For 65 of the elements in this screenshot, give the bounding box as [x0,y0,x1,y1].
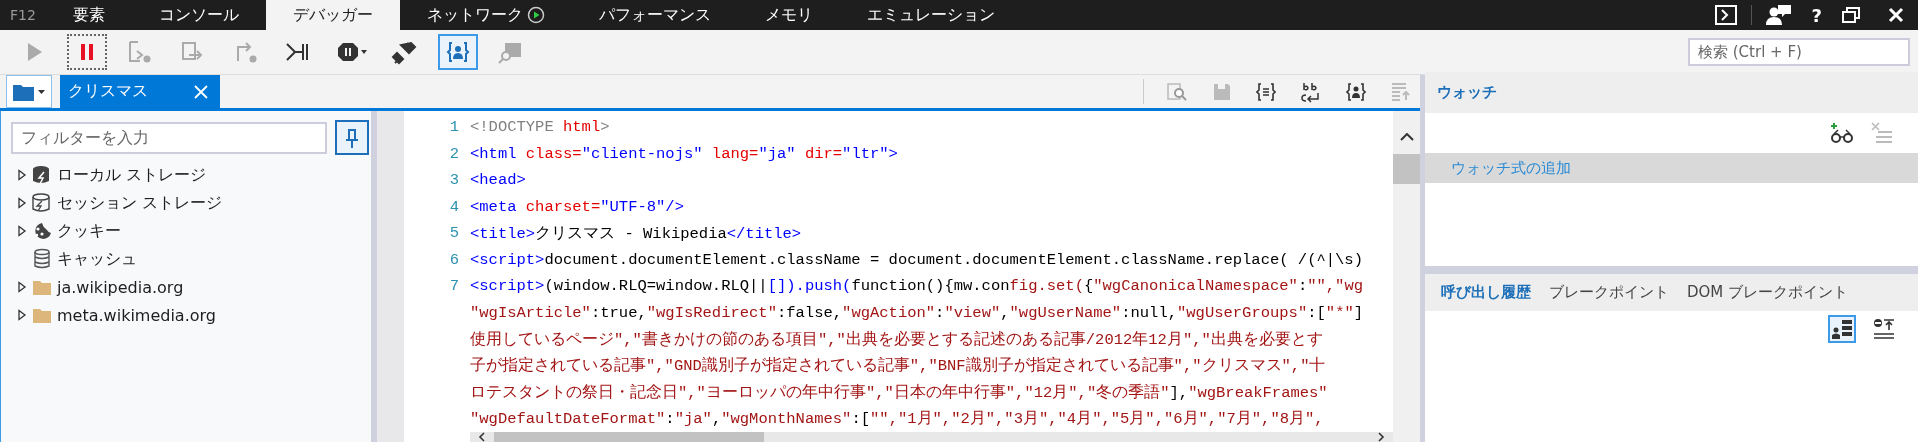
horizontal-scrollbar[interactable] [470,432,1393,442]
tree-item[interactable]: ローカル ストレージ [1,161,371,189]
help-button[interactable]: ? [1805,4,1828,26]
restore-icon[interactable] [1842,7,1860,23]
code-line: ロテスタントの祭日・記念日","ヨーロッパの年中行事","日本の年中行事","12月","冬の季語"],"wgBreakFrames" [470,382,1328,403]
code-line: 子が指定されている記事","GND識別子が指定されている記事","BNF識別子が指定されている記事","クリスマス","十 [470,355,1326,377]
tree-item[interactable]: meta.wikimedia.org [1,301,371,329]
panel-tab[interactable]: ブレークポイント [1545,283,1673,302]
scrollbar-thumb[interactable] [1393,154,1420,184]
tool-tab[interactable]: エミュレーション [839,0,1022,30]
tree-item[interactable]: キャッシュ [1,245,371,273]
filter-field[interactable]: フィルターを入力 [11,121,327,154]
line-number: 5 [448,224,460,243]
code-line: "wgIsArticle":true,"wgIsRedirect":false,"wgAction":"view","wgUserName":null,"wgUserGroups":["*"] [470,303,1364,322]
pin-icon [345,126,359,149]
code-line: <title>クリスマス - Wikipedia</title> [470,223,802,244]
folder-dropdown-button[interactable] [6,75,52,108]
line-number: 1 [448,118,460,137]
code-line: "wgDefaultDateFormat":"ja","wgMonthNames":["","1月","2月","3月","4月","5月","6月","7月","8月", [470,409,1324,430]
f12-label: F12 [9,7,37,23]
tool-tab[interactable]: メモリ [737,0,840,30]
console-icon[interactable] [1714,5,1737,25]
panel-tab[interactable]: 呼び出し履歴 [1437,283,1535,302]
code-line: <html class="client-nojs" lang="ja" dir="ltr"> [470,144,898,163]
tool-tab[interactable]: 要素 [45,0,132,30]
close-icon[interactable] [1888,7,1904,23]
expand-arrow-icon[interactable] [17,169,27,181]
tree-item[interactable]: セッション ストレージ [1,189,371,217]
search-field[interactable]: 検索 (Ctrl + F) [1688,38,1910,66]
expand-arrow-icon[interactable] [17,281,27,293]
braces-icon[interactable] [1256,81,1276,102]
document-tab[interactable]: クリスマス [60,75,220,108]
line-number: 3 [448,171,460,190]
frame-list-icon[interactable] [1828,315,1856,343]
expand-arrow-icon[interactable] [17,225,27,237]
database-outline-icon [31,192,53,214]
tool-tab[interactable]: コンソール [131,0,266,30]
pin-button[interactable] [335,120,369,155]
line-number: 2 [448,144,460,163]
code-line: <meta charset="UTF-8"/> [470,197,684,216]
expand-arrow-icon[interactable] [17,309,27,321]
line-number: 6 [448,250,460,269]
code-line: <head> [470,171,526,190]
code-line: <script>document.documentElement.className = document.documentElement.className.replace( /(^|\s) [470,250,1363,269]
braces-person-icon[interactable] [1346,81,1366,102]
tool-tab[interactable]: デバッガー [265,0,400,30]
panel-tab[interactable]: DOM ブレークポイント [1683,283,1853,302]
tool-tab[interactable]: ネットワーク [399,0,572,30]
word-wrap-icon[interactable] [1300,80,1322,103]
tree-item[interactable]: クッキー [1,217,371,245]
code-line: 使用しているページ","書きかけの節のある項目","出典を必要とする記述のある記事/2012年12月","出典を必要とす [470,329,1323,350]
line-number: 4 [448,197,460,216]
watch-title: ウォッチ [1437,83,1497,102]
expand-arrow-icon[interactable] [17,197,27,209]
code-line: <script>(window.RLQ=window.RLQ||[]).push(function(){mw.config.set({"wgCanonicalNamespace":"","wg [470,277,1364,296]
feedback-icon[interactable] [1765,4,1792,26]
code-line: <!DOCTYPE html> [470,118,610,137]
add-watch-icon[interactable] [1830,122,1854,144]
scrollbar-thumb[interactable] [494,432,764,442]
tool-tab[interactable]: パフォーマンス [571,0,738,30]
pause-icon[interactable] [67,34,107,70]
find-page-icon[interactable] [1166,81,1188,102]
database-stack-icon [31,248,53,270]
tree-item[interactable]: ja.wikipedia.org [1,273,371,301]
line-number: 7 [448,277,460,296]
